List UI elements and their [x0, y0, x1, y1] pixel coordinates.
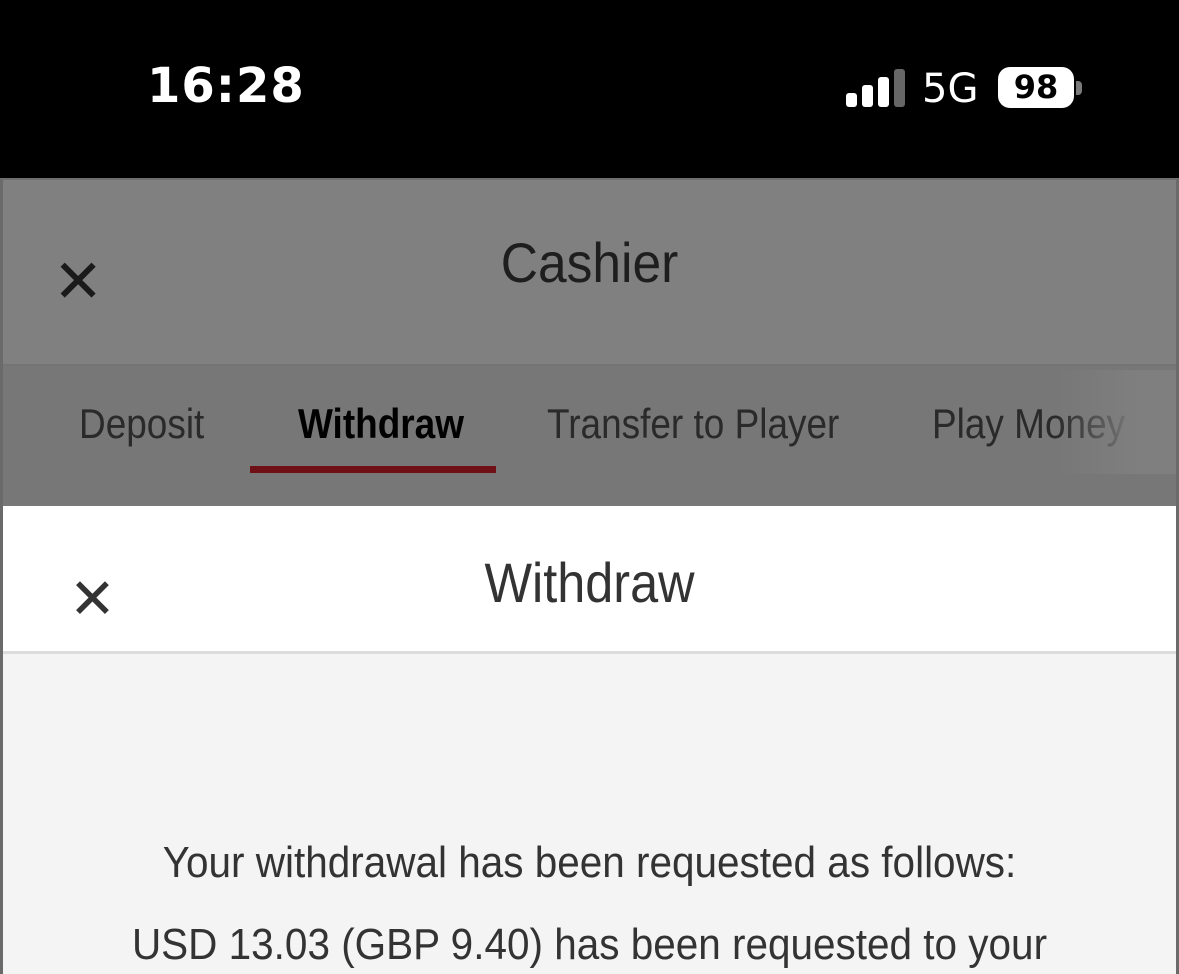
active-tab-indicator — [250, 466, 496, 473]
modal-title: Withdraw — [484, 551, 695, 614]
cashier-header: ✕ Cashier — [3, 180, 1176, 364]
battery-nub — [1076, 81, 1082, 95]
modal-header: ✕ Withdraw — [3, 506, 1176, 654]
signal-icon — [846, 69, 905, 107]
tabs-scroll-fade — [1056, 370, 1176, 474]
tab-deposit[interactable]: Deposit — [79, 400, 204, 448]
status-time: 16:28 — [147, 58, 305, 114]
tab-withdraw[interactable]: Withdraw — [298, 400, 464, 448]
cashier-page: ✕ Cashier Deposit Withdraw Transfer to P… — [0, 178, 1179, 508]
battery-icon: 98 — [998, 67, 1074, 108]
network-type: 5G — [922, 66, 979, 112]
page-title: Cashier — [500, 231, 679, 294]
tab-transfer-to-player[interactable]: Transfer to Player — [547, 400, 839, 448]
cashier-tabs: Deposit Withdraw Transfer to Player Play… — [3, 364, 1176, 508]
withdraw-modal: ✕ Withdraw Your withdrawal has been requ… — [0, 506, 1179, 974]
status-bar: 16:28 5G 98 — [0, 0, 1179, 178]
withdrawal-message-line-2: USD 13.03 (GBP 9.40) has been requested … — [131, 920, 1048, 969]
withdrawal-message-line-1: Your withdrawal has been requested as fo… — [162, 838, 1017, 887]
